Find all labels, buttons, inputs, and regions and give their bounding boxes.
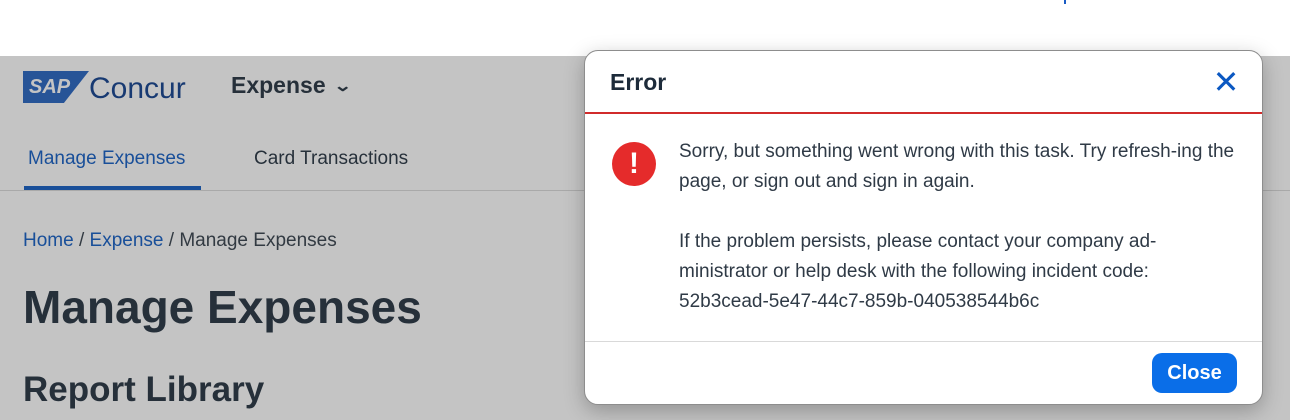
top-bar [0, 0, 1290, 56]
dialog-header: Error ✕ [585, 51, 1262, 114]
dialog-title: Error [610, 69, 667, 95]
error-message: Sorry, but something went wrong with thi… [679, 137, 1235, 317]
close-icon[interactable]: ✕ [1209, 65, 1243, 99]
dialog-footer: Close [585, 341, 1262, 404]
top-bar-marker [1064, 0, 1066, 4]
error-message-text: Sorry, but something went wrong with thi… [679, 141, 1235, 192]
close-button[interactable]: Close [1152, 353, 1237, 393]
error-dialog: Error ✕ ! Sorry, but something went wron… [584, 50, 1263, 405]
exclamation-icon: ! [612, 142, 656, 186]
error-incident-text: If the problem persists, please contact … [679, 231, 1157, 312]
